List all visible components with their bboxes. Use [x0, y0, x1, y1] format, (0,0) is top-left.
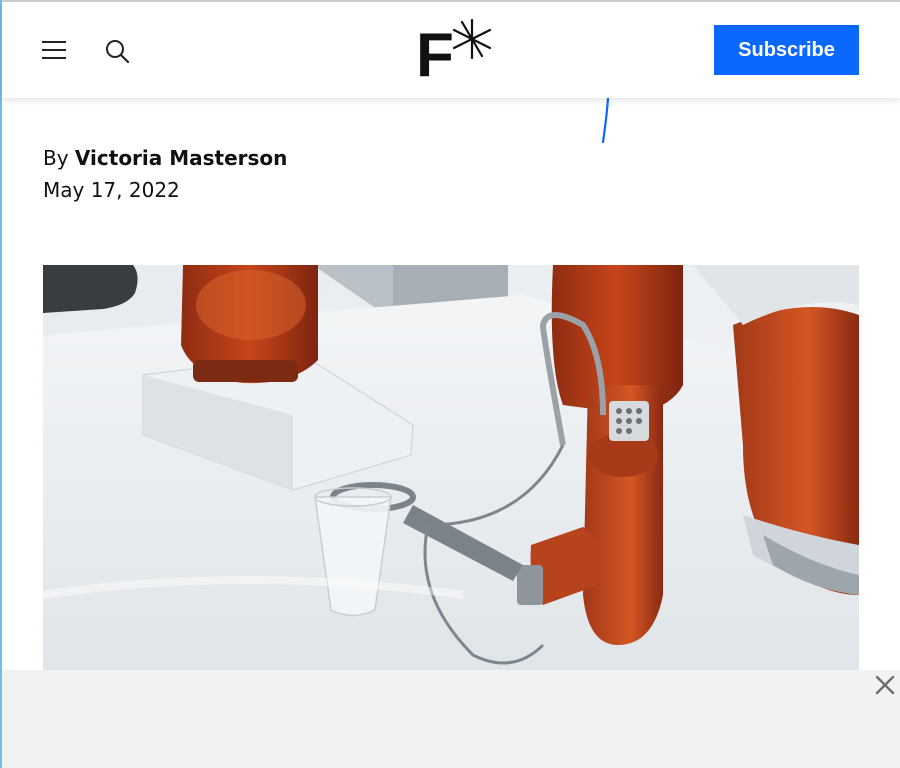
search-icon[interactable] [104, 38, 132, 66]
byline-prefix: By [43, 146, 69, 170]
logo-letter: F [416, 21, 454, 82]
decorative-blue-line [601, 98, 610, 144]
publish-date: May 17, 2022 [43, 178, 180, 202]
ad-banner [2, 670, 900, 768]
page: F Subscribe By Victoria Masterson May 17… [0, 0, 900, 768]
hamburger-menu-icon[interactable] [40, 38, 68, 62]
author-link[interactable]: Victoria Masterson [75, 146, 288, 170]
byline: By Victoria Masterson [43, 146, 287, 170]
left-border [0, 0, 2, 768]
subscribe-button[interactable]: Subscribe [714, 25, 859, 75]
hero-image [43, 265, 859, 695]
robot-arm-photo [43, 265, 859, 695]
site-header: F Subscribe [2, 2, 900, 98]
site-logo[interactable]: F [416, 18, 494, 90]
asterisk-icon [452, 18, 492, 60]
close-icon[interactable] [874, 674, 896, 696]
